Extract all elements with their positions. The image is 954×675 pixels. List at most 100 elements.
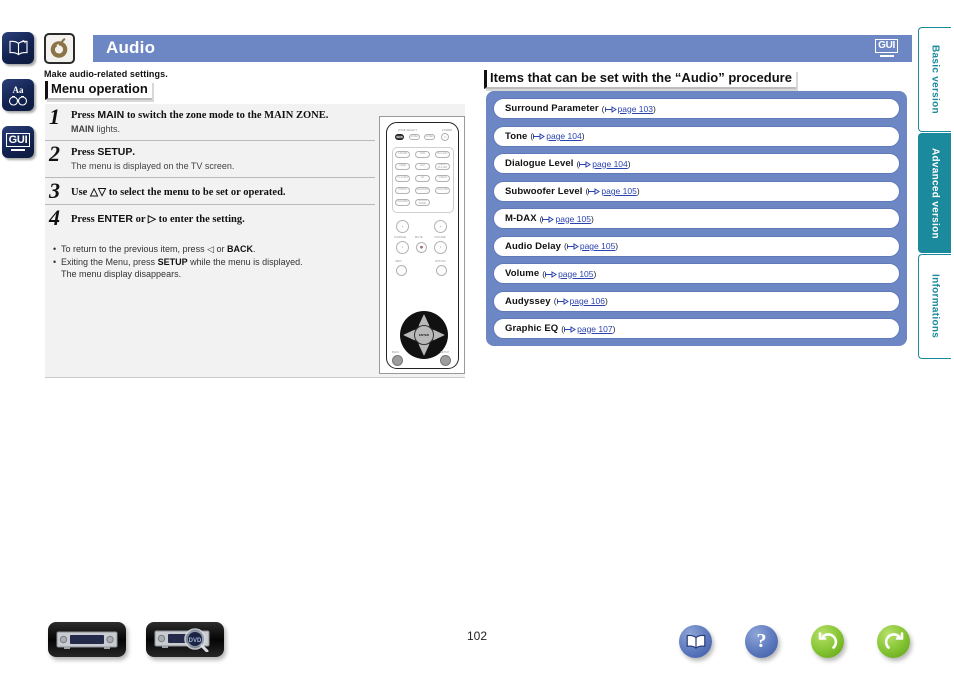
step-key: △▽ — [89, 187, 107, 198]
step-instruction: Press ENTER or ▷ to enter the setting. — [71, 210, 375, 226]
contents-button[interactable] — [679, 625, 712, 658]
item-page-link[interactable]: page 104 — [592, 159, 627, 169]
remote-button-setup[interactable] — [440, 355, 451, 366]
item-page-link[interactable]: page 106 — [570, 296, 605, 306]
item-page-ref[interactable]: (page 103) — [602, 104, 656, 114]
item-page-ref[interactable]: (page 105) — [540, 214, 594, 224]
notes-list: To return to the previous item, press ◁ … — [45, 235, 393, 281]
remote-button-cd-usb[interactable]: CD/USB — [395, 151, 410, 158]
remote-button-info[interactable] — [396, 265, 407, 276]
item-page-ref[interactable]: (page 106) — [554, 296, 608, 306]
step-instruction: Press MAIN to switch the zone mode to th… — [71, 109, 375, 122]
item-page-link[interactable]: page 105 — [555, 214, 590, 224]
remote-button-cd[interactable]: CD — [415, 175, 430, 182]
item-dialogue-level[interactable]: Dialogue Level (page 104) — [493, 153, 900, 174]
item-page-ref[interactable]: (page 105) — [542, 269, 596, 279]
step-item: 2 Press SETUP. The menu is displayed on … — [45, 141, 375, 178]
item-subwoofer-level[interactable]: Subwoofer Level (page 105) — [493, 180, 900, 202]
page-jump-icon — [545, 270, 558, 278]
item-label: Subwoofer Level — [505, 185, 583, 197]
remote-button-volume-up[interactable]: ▲ — [434, 220, 447, 233]
dpad-enter-button[interactable]: ENTER — [414, 325, 434, 345]
remote-button-volume-down[interactable]: ▼ — [434, 241, 447, 254]
item-page-ref[interactable]: (page 105) — [564, 241, 618, 251]
step-number: 2 — [49, 141, 60, 166]
item-page-ref[interactable]: (page 107) — [561, 324, 615, 334]
monitor-stand — [11, 149, 25, 151]
back-button[interactable] — [811, 625, 844, 658]
remote-button-game[interactable]: GAME — [395, 163, 410, 170]
item-page-link[interactable]: page 105 — [558, 269, 593, 279]
remote-button-media-player[interactable]: MEDIA PLAYER — [435, 163, 450, 170]
page-subtitle: Make audio-related settings. — [44, 69, 168, 79]
remote-button-zone2[interactable]: ZONE2 — [409, 134, 420, 140]
page-jump-icon — [556, 298, 569, 305]
tab-informations[interactable]: Informations — [918, 254, 951, 359]
item-page-link[interactable]: page 107 — [577, 324, 612, 334]
remote-button-tv-audio[interactable]: TV AUDIO — [395, 175, 410, 182]
item-page-link[interactable]: page 105 — [580, 241, 615, 251]
header-gui-badge: GUI — [875, 39, 898, 57]
remote-button-aux[interactable]: AUX — [415, 163, 430, 170]
remote-button-channel-down[interactable]: ▼ — [396, 241, 409, 254]
remote-control-illustration: ZONE SELECT POWER MAIN ZONE2 ZONE3 ⏻ CD/… — [379, 116, 465, 374]
remote-button-mute[interactable]: 🔇 — [416, 242, 427, 253]
item-tone[interactable]: Tone (page 104) — [493, 125, 900, 147]
note-line: To return to the previous item, press ◁ … — [53, 243, 393, 256]
item-graphic-eq[interactable]: Graphic EQ (page 107) — [493, 318, 900, 339]
remote-button-back[interactable] — [392, 355, 403, 366]
item-audyssey[interactable]: Audyssey (page 106) — [493, 290, 900, 312]
step-text-post: to switch the zone mode to the MAIN ZONE… — [124, 110, 329, 121]
version-tabs: Basic version Advanced version Informati… — [918, 27, 954, 360]
item-page-link[interactable]: page 104 — [546, 131, 581, 141]
page-jump-icon — [579, 160, 592, 168]
menu-operation-heading: Menu operation — [45, 81, 152, 100]
help-question-icon: ? — [756, 630, 767, 652]
remote-label-setup: SETUP — [440, 351, 450, 354]
item-label: Audyssey — [505, 295, 551, 307]
item-m-dax[interactable]: M-DAX (page 105) — [493, 208, 900, 229]
remote-button-ipod-usb[interactable]: iPod/USB — [435, 187, 450, 194]
step-item: 4 Press ENTER or ▷ to enter the setting. — [45, 205, 375, 235]
tab-advanced-version[interactable]: Advanced version — [918, 133, 951, 253]
remote-button-zone3[interactable]: ZONE3 — [424, 134, 435, 140]
audio-swirl-icon — [44, 33, 75, 64]
help-button[interactable]: ? — [745, 625, 778, 658]
remote-button-blu-ray[interactable]: BLU-RAY — [435, 151, 450, 158]
step-key: SETUP — [97, 146, 133, 158]
remote-button-internet[interactable]: INTERNET — [395, 199, 410, 206]
remote-button-power[interactable]: ⏻ — [441, 133, 449, 141]
remote-button-sound-mode[interactable]: SOUND MODE — [415, 199, 430, 206]
footer-nav-buttons: ? — [679, 625, 910, 658]
step-instruction: Press SETUP. — [71, 146, 375, 159]
item-label: M-DAX — [505, 213, 537, 224]
remote-button-phono[interactable]: PHONO — [395, 187, 410, 194]
item-volume[interactable]: Volume (page 105) — [493, 263, 900, 284]
page-header: Audio GUI — [44, 33, 912, 65]
item-page-link[interactable]: page 103 — [618, 104, 653, 114]
step-text-post: to select the menu to be set or operated… — [106, 187, 286, 198]
item-page-ref[interactable]: (page 105) — [586, 186, 640, 196]
item-label: Graphic EQ — [505, 323, 559, 334]
remote-button-dvd[interactable]: DVD — [415, 151, 430, 158]
item-page-ref[interactable]: (page 104) — [530, 131, 584, 141]
item-audio-delay[interactable]: Audio Delay (page 105) — [493, 235, 900, 257]
remote-body: ZONE SELECT POWER MAIN ZONE2 ZONE3 ⏻ CD/… — [386, 122, 459, 369]
item-page-ref[interactable]: (page 104) — [576, 159, 630, 169]
remote-button-main[interactable]: MAIN — [395, 134, 404, 140]
remote-button-channel-up[interactable]: ▲ — [396, 220, 409, 233]
sidebar-item-gui[interactable]: GUI — [2, 126, 34, 158]
item-surround-parameter[interactable]: Surround Parameter (page 103) — [493, 98, 900, 119]
remote-button-option[interactable] — [436, 265, 447, 276]
sidebar-item-manual-book[interactable] — [2, 32, 34, 64]
step-number: 4 — [49, 205, 60, 230]
tab-basic-version[interactable]: Basic version — [918, 27, 951, 132]
forward-button[interactable] — [877, 625, 910, 658]
left-icon-sidebar: Aa GUI — [2, 32, 38, 173]
item-page-link[interactable]: page 105 — [601, 186, 636, 196]
remote-button-network[interactable]: NETWORK — [415, 187, 430, 194]
page-jump-icon — [566, 243, 579, 250]
items-section-heading: Items that can be set with the “Audio” p… — [484, 70, 796, 89]
remote-button-tuner[interactable]: TUNER — [435, 175, 450, 182]
sidebar-item-glossary[interactable]: Aa — [2, 79, 34, 111]
